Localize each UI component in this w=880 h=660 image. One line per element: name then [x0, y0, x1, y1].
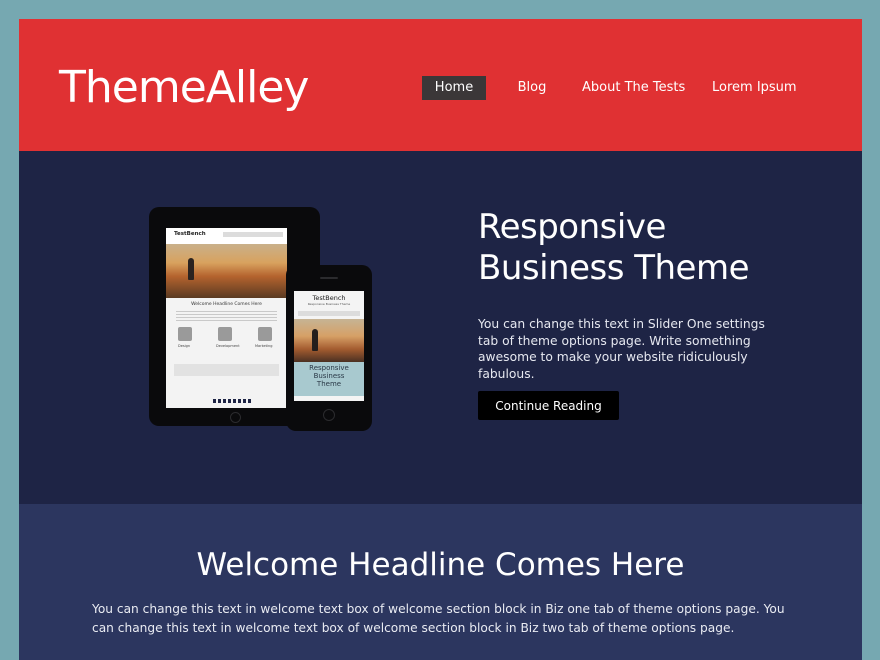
welcome-headline: Welcome Headline Comes Here: [196, 547, 685, 583]
phone-mockup: TestBench Responsive Business Theme Resp…: [286, 265, 372, 431]
phone-hero-photo: [294, 319, 364, 362]
tablet-screen: TestBench Welcome Headline Comes Here De…: [166, 228, 287, 408]
phone-screen: TestBench Responsive Business Theme Resp…: [294, 291, 364, 401]
nav-item-about-the-tests[interactable]: About The Tests: [582, 76, 685, 100]
tablet-feature-icons: Design Development Marketing: [166, 324, 287, 364]
nav-item-home[interactable]: Home: [422, 76, 486, 100]
tablet-site-nav: [223, 232, 283, 237]
tablet-feature-label: Marketing: [255, 344, 273, 348]
tablet-site-title: TestBench: [174, 231, 206, 237]
phone-caption: Responsive Business Theme: [294, 362, 364, 396]
nav-item-lorem-ipsum[interactable]: Lorem Ipsum: [712, 76, 797, 100]
tablet-feature-label: Development: [216, 344, 240, 348]
hero-title-line: Responsive: [478, 207, 666, 247]
person-silhouette: [312, 329, 318, 351]
phone-site-nav: [298, 311, 360, 316]
phone-caption-line: Business: [313, 372, 345, 380]
phone-site-title: TestBench: [312, 294, 346, 302]
phone-site-tagline: Responsive Business Theme: [307, 302, 351, 306]
tablet-quote-box: [174, 364, 279, 376]
tablet-text-lines: [176, 311, 277, 321]
phone-caption-line: Responsive: [309, 364, 349, 372]
html5-icon: [178, 327, 192, 341]
page-frame: ThemeAlley Home Blog About The Tests Lor…: [19, 19, 862, 660]
phone-home-button: [323, 409, 335, 421]
site-logo[interactable]: ThemeAlley: [59, 61, 309, 115]
phone-caption-line: Theme: [316, 380, 342, 388]
tablet-feature-label: Design: [178, 344, 191, 348]
tablet-headline: Welcome Headline Comes Here: [191, 302, 262, 307]
tablet-hero-photo: [166, 244, 287, 298]
device-mockup-image: TestBench Welcome Headline Comes Here De…: [149, 207, 375, 432]
hero-slider: TestBench Welcome Headline Comes Here De…: [19, 151, 862, 504]
nav-item-blog[interactable]: Blog: [510, 76, 554, 100]
hero-title: Responsive Business Theme: [478, 207, 838, 289]
tablet-social-icons: [213, 399, 253, 403]
hero-title-line: Business Theme: [478, 248, 750, 288]
phone-speaker: [320, 277, 338, 279]
welcome-text: You can change this text in welcome text…: [92, 602, 785, 635]
person-silhouette: [188, 258, 194, 280]
tablet-home-button: [230, 412, 241, 423]
html5-icon: [258, 327, 272, 341]
hero-description: You can change this text in Slider One s…: [478, 317, 765, 381]
continue-reading-button[interactable]: Continue Reading: [478, 391, 619, 420]
tablet-site-header: TestBench: [166, 228, 287, 244]
html5-icon: [218, 327, 232, 341]
site-header: ThemeAlley Home Blog About The Tests Lor…: [19, 19, 862, 151]
welcome-section: Welcome Headline Comes Here You can chan…: [19, 504, 862, 660]
